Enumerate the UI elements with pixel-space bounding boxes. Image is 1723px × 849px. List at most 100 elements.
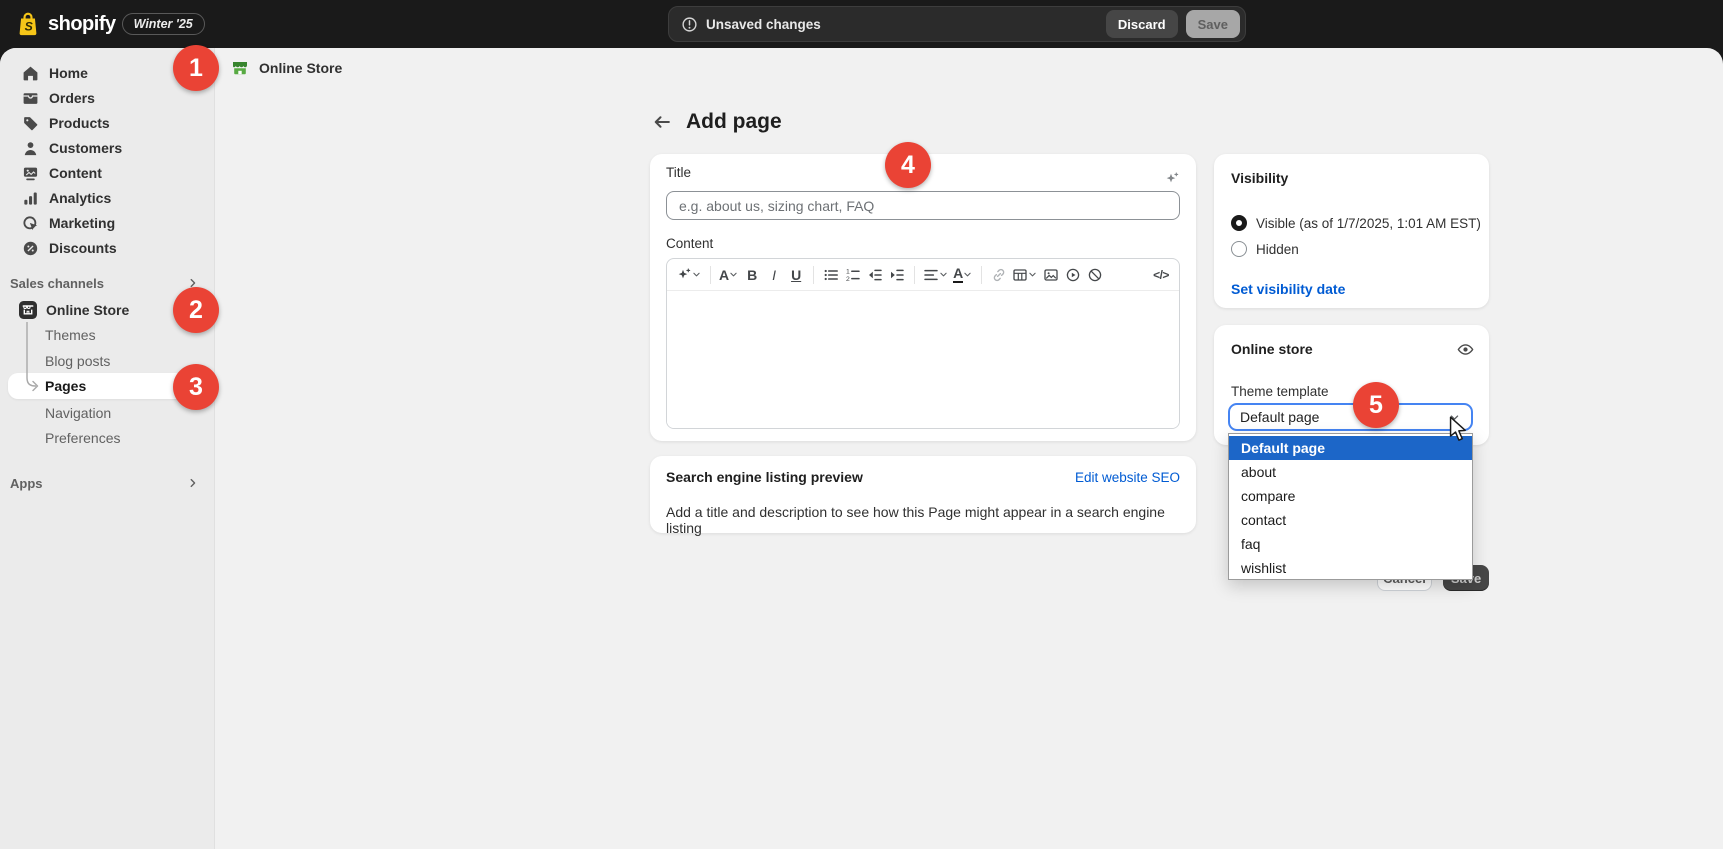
sidebar-item-preferences[interactable]: Preferences	[0, 425, 214, 450]
clear-formatting-button[interactable]	[1085, 263, 1105, 287]
table-button[interactable]	[1011, 263, 1039, 287]
code-view-button[interactable]: </>	[1151, 263, 1171, 287]
online-store-heading: Online store	[1231, 341, 1313, 357]
hidden-radio-row[interactable]: Hidden	[1231, 241, 1299, 257]
content-editor: A B I U A </>	[666, 258, 1180, 429]
annotation-step-2: 2	[173, 287, 219, 333]
orders-icon	[22, 90, 39, 107]
sidebar-item-products[interactable]: Products	[0, 111, 214, 136]
sidebar-item-label: Analytics	[49, 190, 111, 206]
sidebar-item-customers[interactable]: Customers	[0, 136, 214, 161]
template-option-wishlist[interactable]: wishlist	[1229, 556, 1472, 580]
breadcrumb-label: Online Store	[259, 60, 342, 76]
set-visibility-date-link[interactable]: Set visibility date	[1231, 281, 1345, 297]
sidebar-item-label: Discounts	[49, 240, 117, 256]
toolbar-divider	[710, 266, 711, 284]
online-store-green-icon	[230, 58, 250, 78]
themes-label: Themes	[45, 327, 96, 343]
sidebar-item-discounts[interactable]: Discounts	[0, 236, 214, 261]
chevron-down-icon	[1448, 411, 1461, 424]
discounts-icon	[22, 240, 39, 257]
template-option-contact[interactable]: contact	[1229, 508, 1472, 532]
magic-sparkle-icon[interactable]	[1164, 171, 1180, 187]
outdent-button[interactable]	[865, 263, 885, 287]
template-dropdown: Default page about compare contact faq w…	[1228, 433, 1473, 580]
alignment-button[interactable]	[922, 263, 950, 287]
bold-button[interactable]: B	[742, 263, 762, 287]
template-option-default-page[interactable]: Default page	[1229, 436, 1472, 460]
template-option-about[interactable]: about	[1229, 460, 1472, 484]
font-style-button[interactable]: A	[718, 263, 740, 287]
back-arrow-icon[interactable]	[652, 112, 672, 132]
visibility-heading: Visibility	[1231, 170, 1288, 186]
products-icon	[22, 115, 39, 132]
chevron-down-icon	[728, 269, 739, 280]
chevron-down-icon	[962, 269, 973, 280]
numbered-list-button[interactable]	[843, 263, 863, 287]
selected-template-value: Default page	[1240, 409, 1319, 425]
customers-icon	[22, 140, 39, 157]
sidebar-item-content[interactable]: Content	[0, 161, 214, 186]
content-label: Content	[666, 236, 713, 251]
visible-radio-row[interactable]: Visible (as of 1/7/2025, 1:01 AM EST)	[1231, 215, 1481, 231]
toolbar-divider	[981, 266, 982, 284]
unsaved-changes-bar: Unsaved changes Discard Save	[668, 6, 1246, 42]
template-option-faq[interactable]: faq	[1229, 532, 1472, 556]
chevron-right-icon[interactable]	[186, 476, 200, 490]
online-store-icon	[19, 301, 37, 319]
sidebar-item-label: Products	[49, 115, 110, 131]
underline-button[interactable]: U	[786, 263, 806, 287]
magic-button[interactable]	[675, 263, 703, 287]
discard-button[interactable]: Discard	[1106, 10, 1178, 38]
radio-selected-icon[interactable]	[1231, 215, 1247, 231]
breadcrumb[interactable]: Online Store	[230, 56, 342, 80]
theme-template-label: Theme template	[1231, 384, 1329, 399]
editor-toolbar: A B I U A </>	[667, 259, 1179, 291]
bullet-list-button[interactable]	[821, 263, 841, 287]
video-icon	[1065, 267, 1081, 283]
indent-button[interactable]	[887, 263, 907, 287]
visible-option-label: Visible (as of 1/7/2025, 1:01 AM EST)	[1256, 216, 1481, 231]
eye-icon[interactable]	[1457, 341, 1474, 358]
version-badge: Winter '25	[122, 13, 205, 35]
sidebar: Home Orders Products Customers Content A…	[0, 48, 215, 849]
sales-channels-header: Sales channels	[0, 273, 214, 293]
image-button[interactable]	[1041, 263, 1061, 287]
shopify-logo[interactable]: S shopify	[16, 11, 116, 37]
unsaved-changes-label: Unsaved changes	[706, 17, 821, 32]
edit-website-seo-link[interactable]: Edit website SEO	[1075, 470, 1180, 485]
content-icon	[22, 165, 39, 182]
annotation-step-4: 4	[885, 142, 931, 188]
title-input[interactable]	[666, 191, 1180, 220]
seo-card: Search engine listing preview Edit websi…	[650, 456, 1196, 533]
indent-icon	[889, 267, 905, 283]
text-color-button[interactable]: A	[952, 263, 974, 287]
seo-description: Add a title and description to see how t…	[666, 504, 1196, 536]
video-button[interactable]	[1063, 263, 1083, 287]
editor-body[interactable]	[667, 291, 1179, 429]
toolbar-divider	[914, 266, 915, 284]
online-store-label: Online Store	[46, 302, 129, 318]
underline-icon: U	[791, 268, 801, 282]
outdent-icon	[867, 267, 883, 283]
save-button-topbar[interactable]: Save	[1186, 10, 1240, 38]
numbered-list-icon	[845, 267, 861, 283]
sidebar-item-analytics[interactable]: Analytics	[0, 186, 214, 211]
sidebar-item-orders[interactable]: Orders	[0, 86, 214, 111]
image-icon	[1043, 267, 1059, 283]
svg-text:S: S	[25, 20, 34, 34]
sidebar-item-marketing[interactable]: Marketing	[0, 211, 214, 236]
link-button[interactable]	[989, 263, 1009, 287]
navigation-label: Navigation	[45, 405, 111, 421]
topbar: S shopify Winter '25 Unsaved changes Dis…	[0, 0, 1723, 48]
template-option-compare[interactable]: compare	[1229, 484, 1472, 508]
blog-posts-label: Blog posts	[45, 353, 110, 369]
clear-formatting-icon	[1087, 267, 1103, 283]
italic-button[interactable]: I	[764, 263, 784, 287]
sidebar-item-label: Marketing	[49, 215, 115, 231]
sidebar-item-label: Content	[49, 165, 102, 181]
toolbar-divider	[813, 266, 814, 284]
radio-unselected-icon[interactable]	[1231, 241, 1247, 257]
sales-channels-label: Sales channels	[10, 276, 104, 291]
theme-template-select[interactable]: Default page	[1228, 403, 1473, 431]
